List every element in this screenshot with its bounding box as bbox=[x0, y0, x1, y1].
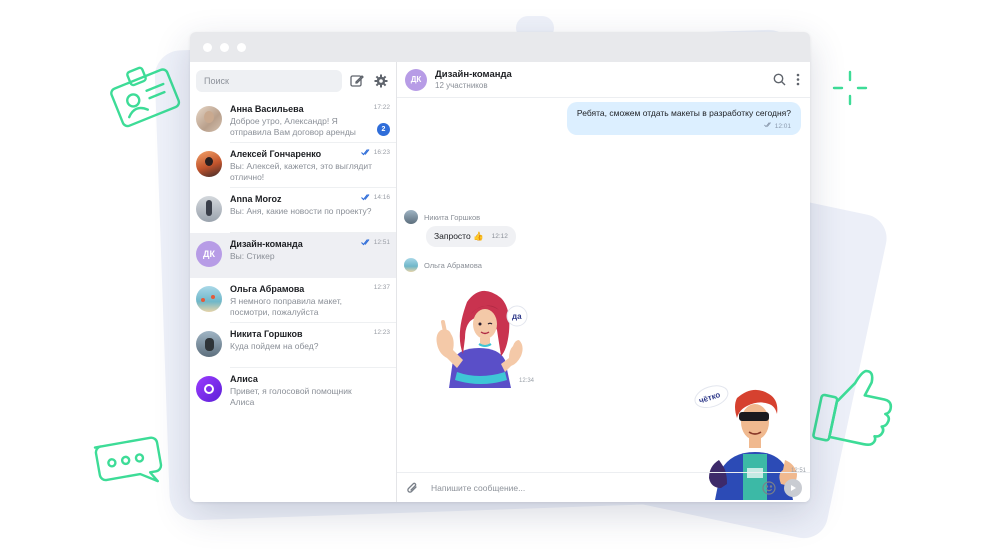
double-check-icon bbox=[360, 149, 370, 156]
chat-time: 17:22 bbox=[373, 104, 390, 111]
chat-list: Анна Васильева Доброе утро, Александр! Я… bbox=[190, 98, 396, 413]
sender-row: Никита Горшков bbox=[404, 210, 480, 224]
sticker-time: 12:34 bbox=[519, 378, 535, 384]
avatar bbox=[196, 196, 222, 222]
avatar bbox=[404, 258, 418, 272]
sender-row: Ольга Абрамова bbox=[404, 258, 482, 272]
sticker-girl[interactable]: да bbox=[427, 280, 537, 388]
chat-time: 12:37 bbox=[373, 284, 390, 291]
emoji-icon[interactable] bbox=[762, 480, 776, 495]
chat-bubble-icon bbox=[93, 436, 163, 483]
chat-item-alexey-goncharenko[interactable]: Алексей Гончаренко Вы: Алексей, кажется,… bbox=[190, 143, 396, 188]
chat-item-anna-moroz[interactable]: Anna Moroz Вы: Аня, какие новости по про… bbox=[190, 188, 396, 233]
double-check-icon bbox=[360, 194, 370, 201]
chat-subtitle: 12 участников bbox=[435, 81, 488, 90]
composer bbox=[397, 472, 810, 502]
avatar bbox=[196, 151, 222, 177]
title-bar bbox=[190, 32, 810, 62]
double-check-icon bbox=[763, 122, 771, 128]
crosshair-icon bbox=[832, 70, 868, 106]
chat-item-olga-abramova[interactable]: Ольга Абрамова Я немного поправила макет… bbox=[190, 278, 396, 323]
settings-button[interactable] bbox=[372, 72, 390, 90]
sidebar-toolbar bbox=[190, 66, 396, 96]
compose-button[interactable] bbox=[348, 72, 366, 90]
message-time: 12:01 bbox=[774, 123, 791, 130]
chat-time: 12:23 bbox=[373, 329, 390, 336]
chat-preview: Вы: Стикер bbox=[230, 251, 275, 261]
avatar bbox=[196, 106, 222, 132]
message-text: Ребята, сможем отдать макеты в разработк… bbox=[576, 108, 791, 118]
app-window: Анна Васильева Доброе утро, Александр! Я… bbox=[190, 32, 810, 502]
incoming-message[interactable]: Запросто 👍 12:12 bbox=[426, 226, 516, 247]
chat-preview: Куда пойдем на обед? bbox=[230, 341, 319, 351]
chat-time: 12:51 bbox=[373, 239, 390, 246]
chat-preview: Доброе утро, Александр! Я отправила Вам … bbox=[230, 116, 356, 137]
chat-item-anna-vasilyeva[interactable]: Анна Васильева Доброе утро, Александр! Я… bbox=[190, 98, 396, 143]
double-check-icon bbox=[360, 239, 370, 246]
chat-preview: Привет, я голосовой помощник Алиса bbox=[230, 386, 352, 407]
chat-name: Ольга Абрамова bbox=[230, 284, 305, 294]
sidebar: Анна Васильева Доброе утро, Александр! Я… bbox=[190, 62, 397, 502]
avatar-initials: ДК bbox=[203, 249, 215, 259]
window-control-minimize[interactable] bbox=[220, 42, 229, 52]
avatar bbox=[196, 331, 222, 357]
compose-icon bbox=[350, 75, 364, 87]
chat-item-nikita-gorshkov[interactable]: Никита Горшков Куда пойдем на обед? 12:2… bbox=[190, 323, 396, 368]
avatar bbox=[196, 286, 222, 312]
message-time: 12:12 bbox=[491, 233, 508, 240]
avatar bbox=[404, 210, 418, 224]
chat-header: ДК Дизайн-команда 12 участников bbox=[397, 62, 810, 98]
sender-name: Никита Горшков bbox=[424, 212, 481, 222]
chat-item-design-team[interactable]: ДК Дизайн-команда Вы: Стикер 12:51 bbox=[190, 233, 396, 278]
stage: Анна Васильева Доброе утро, Александр! Я… bbox=[0, 0, 1000, 550]
attach-icon[interactable] bbox=[407, 481, 419, 495]
group-avatar: ДК bbox=[196, 241, 222, 267]
chat-name: Алиса bbox=[230, 374, 258, 384]
thumbs-up-icon bbox=[812, 369, 893, 447]
message-input[interactable] bbox=[431, 482, 762, 493]
window-control-close[interactable] bbox=[203, 42, 212, 52]
more-icon[interactable] bbox=[796, 73, 800, 86]
send-icon bbox=[791, 484, 796, 491]
sender-name: Ольга Абрамова bbox=[424, 260, 482, 270]
message-list: Ребята, сможем отдать макеты в разработк… bbox=[397, 98, 810, 500]
chat-time: 16:23 bbox=[373, 149, 390, 156]
avatar-initials: ДК bbox=[410, 75, 422, 84]
message-text: Запросто 👍 bbox=[434, 231, 484, 241]
chat-preview: Вы: Аня, какие новости по проекту? bbox=[230, 206, 372, 216]
search-input[interactable] bbox=[196, 70, 342, 92]
chat-item-alice[interactable]: Алиса Привет, я голосовой помощник Алиса bbox=[190, 368, 396, 413]
messenger-app: Анна Васильева Доброе утро, Александр! Я… bbox=[190, 62, 810, 502]
sticker-text: да bbox=[512, 312, 522, 321]
chat-name: Никита Горшков bbox=[230, 329, 303, 339]
chat-title: Дизайн-команда bbox=[435, 69, 512, 80]
chat-time: 14:16 bbox=[373, 194, 390, 201]
window-control-maximize[interactable] bbox=[237, 42, 246, 52]
outgoing-message[interactable]: Ребята, сможем отдать макеты в разработк… bbox=[566, 102, 801, 135]
send-button[interactable] bbox=[784, 478, 802, 497]
search-icon[interactable] bbox=[773, 73, 786, 86]
unread-badge: 2 bbox=[377, 123, 390, 136]
alice-avatar bbox=[196, 376, 222, 402]
chat-preview: Я немного поправила макет, посмотри, пож… bbox=[230, 296, 343, 317]
chat-preview: Вы: Алексей, кажется, это выглядит отлич… bbox=[230, 161, 372, 182]
chat-panel: ДК Дизайн-команда 12 участников Ребята, … bbox=[397, 62, 810, 502]
group-avatar: ДК bbox=[405, 68, 427, 91]
chat-name: Анна Васильева bbox=[230, 104, 304, 114]
id-card-icon bbox=[110, 66, 181, 128]
gear-icon bbox=[374, 74, 388, 88]
